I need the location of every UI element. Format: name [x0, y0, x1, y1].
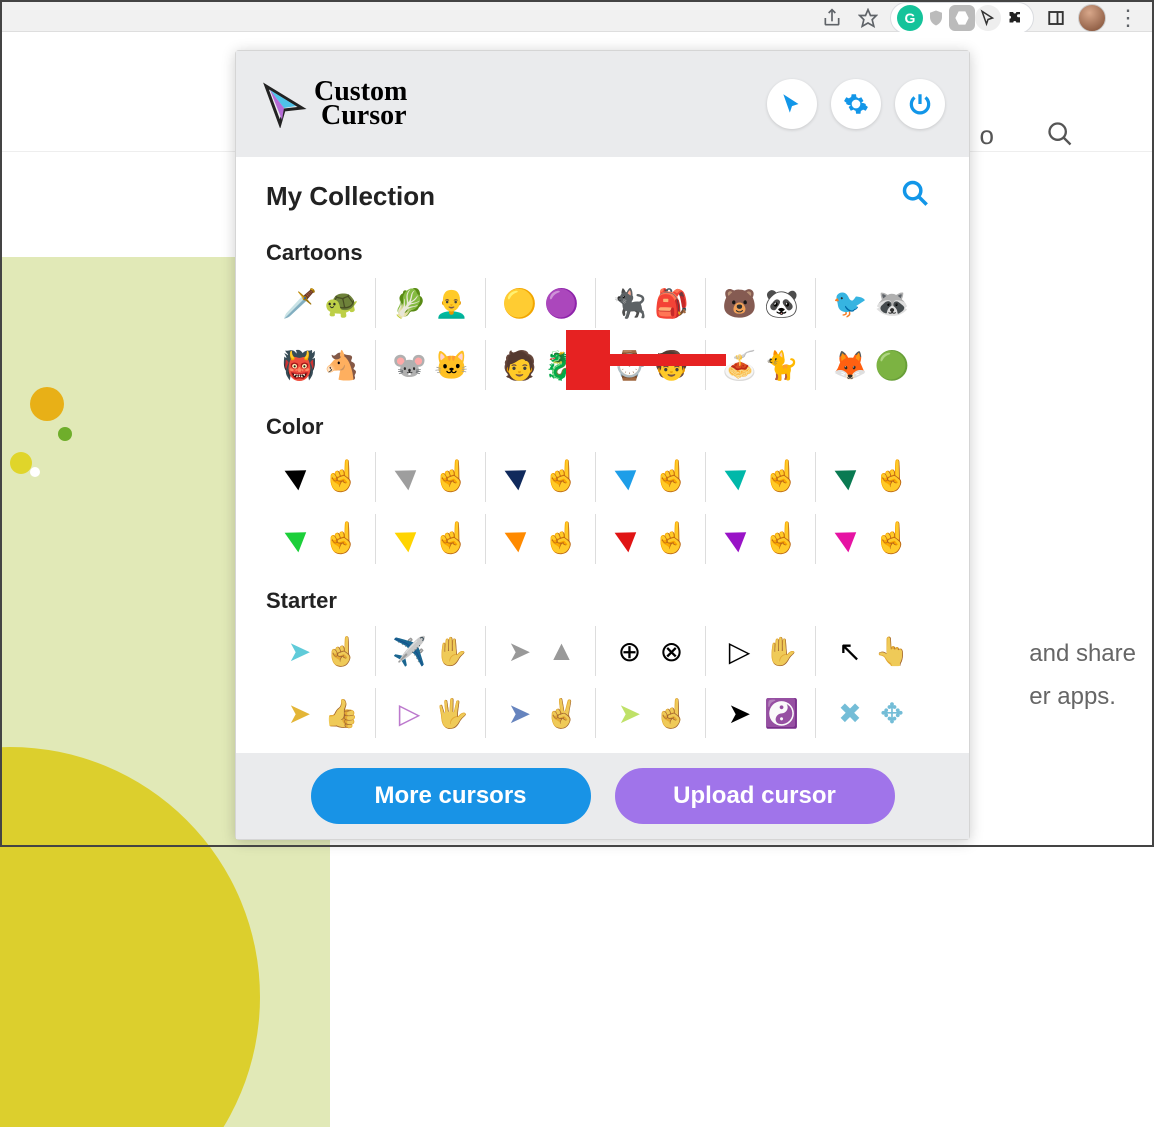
cursor-color-0[interactable]: ☝	[266, 452, 376, 502]
bg-text: and share er apps.	[1029, 632, 1136, 718]
cursor-tom-jerry[interactable]: 🐭🐱	[376, 340, 486, 390]
cursor-paper-plane[interactable]: ✈️✋	[376, 626, 486, 676]
upload-cursor-button[interactable]: Upload cursor	[615, 768, 895, 824]
more-cursors-button[interactable]: More cursors	[311, 768, 591, 824]
cursor-tmnt[interactable]: 🗡️🐢	[266, 278, 376, 328]
cursor-stone[interactable]: ➤▲	[486, 626, 596, 676]
cursor-felix[interactable]: 🐈‍⬛🎒	[596, 278, 706, 328]
share-icon[interactable]	[814, 4, 850, 32]
extensions-pill: G	[890, 2, 1034, 34]
cursor-color-11[interactable]: ☝	[816, 514, 926, 564]
popup-footer: More cursors Upload cursor	[236, 753, 969, 839]
custom-cursor-ext-icon[interactable]	[975, 5, 1001, 31]
cursor-color-7[interactable]: ☝	[376, 514, 486, 564]
cursor-color-6[interactable]: ☝	[266, 514, 376, 564]
logo: Custom Cursor	[260, 80, 407, 128]
cursor-emoji[interactable]: ➤👍	[266, 688, 376, 738]
cursor-minions[interactable]: 🟡🟣	[486, 278, 596, 328]
cursor-popeye[interactable]: 🥬👨‍🦲	[376, 278, 486, 328]
cursor-bears[interactable]: 🐻🐼	[706, 278, 816, 328]
star-icon[interactable]	[850, 4, 886, 32]
cursor-yinyang[interactable]: ➤☯️	[706, 688, 816, 738]
cursor-crosshair[interactable]: ⊕⊗	[596, 626, 706, 676]
shield-ext-icon[interactable]	[923, 5, 949, 31]
cursor-select-button[interactable]	[767, 79, 817, 129]
cursor-color-3[interactable]: ☝	[596, 452, 706, 502]
cursor-pixel[interactable]: ↖👆	[816, 626, 926, 676]
section-cartoons-label: Cartoons	[266, 240, 929, 266]
cartoons-grid: 🗡️🐢 🥬👨‍🦲 🟡🟣 🐈‍⬛🎒 🐻🐼 🐦🦝 👹🐴 🐭🐱 🧑🐉 ⌚🧒 🍝🐈 🦊🟢	[266, 278, 929, 402]
cursor-bolt[interactable]: ➤☝️	[596, 688, 706, 738]
cursor-dragon[interactable]: 🧑🐉	[486, 340, 596, 390]
color-grid: ☝☝☝☝☝☝☝☝☝☝☝☝	[266, 452, 929, 576]
cursor-birds[interactable]: 🐦🦝	[816, 278, 926, 328]
cursor-rainbow[interactable]: ▷🖐️	[376, 688, 486, 738]
cursor-grinch[interactable]: 🦊🟢	[816, 340, 926, 390]
sidepanel-icon[interactable]	[1038, 4, 1074, 32]
starter-grid: ➤☝️ ✈️✋ ➤▲ ⊕⊗ ▷✋ ↖👆 ➤👍 ▷🖐️ ➤✌️ ➤☝️ ➤☯️ ✖…	[266, 626, 929, 743]
cursor-color-1[interactable]: ☝	[376, 452, 486, 502]
search-cursors-button[interactable]	[901, 179, 929, 214]
extension-popup: Custom Cursor My Collection	[235, 50, 970, 840]
settings-button[interactable]	[831, 79, 881, 129]
collection-title: My Collection	[266, 181, 435, 212]
cursor-color-5[interactable]: ☝	[816, 452, 926, 502]
avatar-icon[interactable]	[1074, 4, 1110, 32]
noscript-ext-icon[interactable]	[949, 5, 975, 31]
bg-letter: o	[980, 120, 994, 151]
cursor-outline[interactable]: ▷✋	[706, 626, 816, 676]
section-color-label: Color	[266, 414, 929, 440]
cursor-color-4[interactable]: ☝	[706, 452, 816, 502]
cursor-color-2[interactable]: ☝	[486, 452, 596, 502]
bg-search-icon[interactable]	[1046, 120, 1074, 153]
kebab-icon[interactable]: ⋮	[1110, 4, 1146, 32]
cursor-ben10[interactable]: ⌚🧒	[596, 340, 706, 390]
cursor-garfield[interactable]: 🍝🐈	[706, 340, 816, 390]
cursor-color-8[interactable]: ☝	[486, 514, 596, 564]
cursor-aqua[interactable]: ➤☝️	[266, 626, 376, 676]
popup-header: Custom Cursor	[236, 51, 969, 157]
cursor-stripe[interactable]: ➤✌️	[486, 688, 596, 738]
cursor-color-9[interactable]: ☝	[596, 514, 706, 564]
puzzle-ext-icon[interactable]	[1001, 5, 1027, 31]
cursor-ice[interactable]: ✖✥	[816, 688, 926, 738]
cursor-shrek[interactable]: 👹🐴	[266, 340, 376, 390]
cursor-color-10[interactable]: ☝	[706, 514, 816, 564]
grammarly-ext-icon[interactable]: G	[897, 5, 923, 31]
browser-toolbar: G ⋮	[0, 0, 1154, 32]
power-button[interactable]	[895, 79, 945, 129]
section-starter-label: Starter	[266, 588, 929, 614]
logo-text: Custom Cursor	[314, 80, 407, 128]
